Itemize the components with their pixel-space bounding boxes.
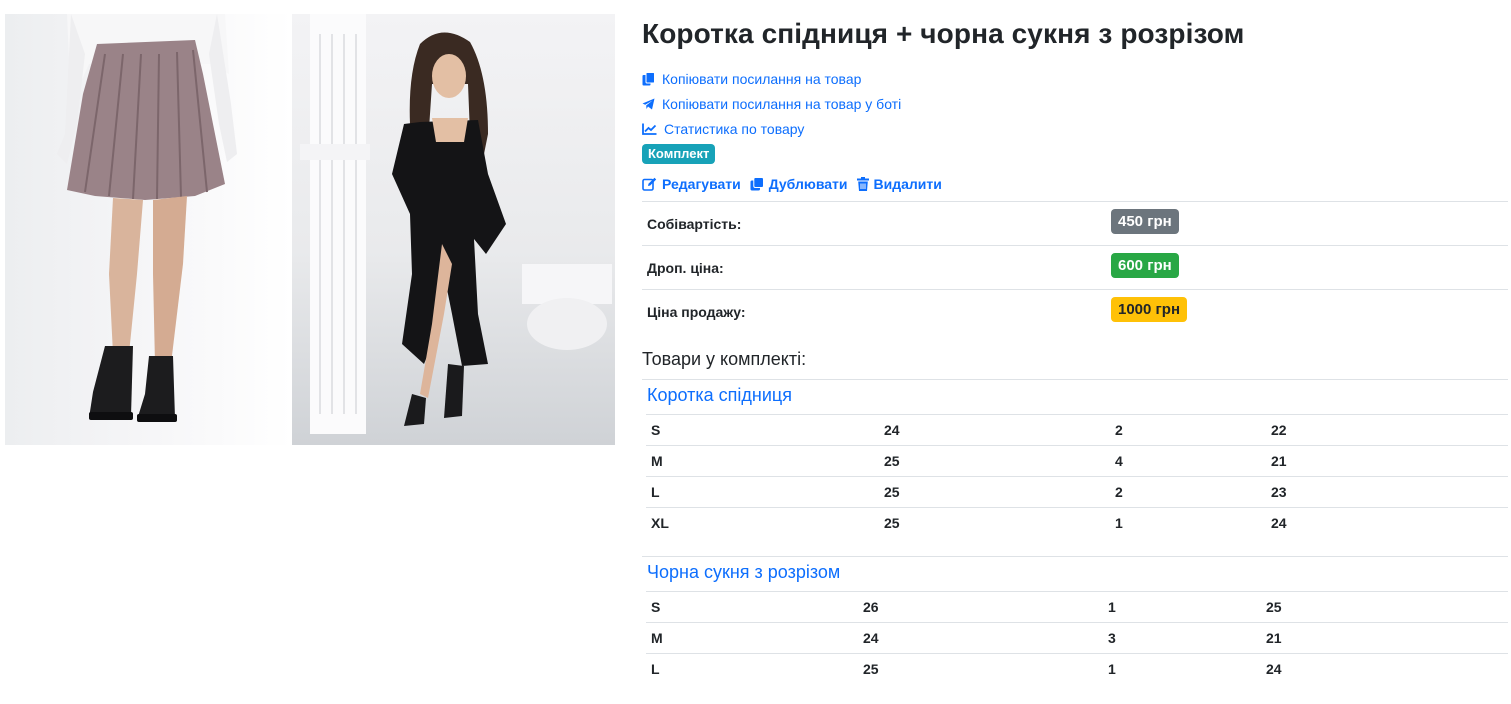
product-images (5, 14, 615, 445)
copy-product-link[interactable]: Копіювати посилання на товар (642, 66, 1508, 91)
table-cell: XL (651, 514, 669, 531)
table-row: L 25 1 24 (646, 653, 1508, 685)
table-cell: 2 (1115, 421, 1123, 438)
copy-icon (642, 71, 655, 85)
price-label: Ціна продажу: (647, 303, 746, 320)
table-cell: 1 (1115, 514, 1123, 531)
table-cell: 22 (1271, 421, 1287, 438)
table-cell: M (651, 452, 663, 469)
chart-line-icon (642, 123, 657, 135)
table-cell: 21 (1266, 630, 1282, 646)
dress-photo (292, 14, 615, 445)
table-cell: 4 (1115, 452, 1123, 469)
table-row: M 24 3 21 (646, 622, 1508, 654)
kit-item: Чорна сукня з розрізом S 26 1 25 M 24 3 21 L 25 1 24 (642, 556, 1508, 685)
table-row: M 25 4 21 (646, 445, 1508, 476)
table-cell: 1 (1108, 661, 1116, 678)
table-cell: M (651, 630, 663, 646)
price-badge: 600 грн (1111, 253, 1179, 278)
kit-item: Коротка спідниця S 24 2 22 M 25 4 21 L 25 2 23 XL 25 1 2… (642, 378, 1508, 539)
table-cell: 25 (863, 661, 879, 678)
price-row: Ціна продажу: 1000 грн (642, 289, 1508, 334)
kit-list: Коротка спідниця S 24 2 22 M 25 4 21 L 25 2 23 XL 25 1 2… (642, 378, 1508, 685)
price-table: Собівартість: 450 грн Дроп. ціна: 600 грн Ці… (642, 201, 1508, 334)
table-cell: S (651, 421, 661, 438)
product-info: Коротка спідниця + чорна сукня з розрізо… (642, 0, 1508, 685)
table-cell: L (651, 661, 660, 678)
copy-bot-link-label: Копіювати посилання на товар у боті (662, 95, 902, 112)
table-cell: 23 (1271, 483, 1287, 500)
table-cell: L (651, 483, 660, 500)
table-row: XL 25 1 24 (646, 507, 1508, 538)
edit-icon (642, 177, 657, 191)
clone-icon (750, 177, 764, 191)
price-badge: 1000 грн (1111, 297, 1188, 323)
table-cell: 25 (1266, 599, 1282, 615)
price-row: Дроп. ціна: 600 грн (642, 245, 1508, 290)
table-cell: 3 (1108, 630, 1116, 646)
delete-button[interactable]: Видалити (856, 176, 942, 192)
table-cell: 24 (863, 630, 879, 646)
price-value-cell: 1000 грн (1111, 290, 1508, 334)
table-cell: 25 (884, 483, 900, 500)
skirt-photo (5, 14, 292, 445)
price-value-cell: 600 грн (1111, 246, 1508, 290)
table-cell: 1 (1108, 599, 1116, 615)
copy-bot-link[interactable]: Копіювати посилання на товар у боті (642, 91, 1508, 116)
table-cell: 24 (1271, 514, 1287, 531)
table-cell: 25 (884, 452, 900, 469)
table-row: S 24 2 22 (646, 414, 1508, 445)
table-cell: 26 (863, 599, 879, 615)
product-statistics-link[interactable]: Статистика по товару (642, 116, 1508, 141)
price-badge: 450 грн (1111, 209, 1179, 234)
edit-button[interactable]: Редагувати (642, 176, 741, 192)
kit-heading: Товари у комплекті: (642, 348, 807, 369)
table-cell: 24 (1266, 661, 1282, 678)
trash-icon (856, 177, 869, 191)
table-cell: 24 (884, 421, 900, 438)
edit-label: Редагувати (662, 176, 741, 192)
table-cell: 25 (884, 514, 900, 531)
table-row: S 26 1 25 (646, 591, 1508, 623)
kit-item-name[interactable]: Коротка спідниця (642, 380, 1508, 414)
duplicate-label: Дублювати (768, 176, 848, 192)
price-row: Собівартість: 450 грн (642, 201, 1508, 246)
price-label: Дроп. ціна: (647, 259, 724, 276)
table-cell: 21 (1271, 452, 1287, 469)
product-title: Коротка спідниця + чорна сукня з розрізо… (642, 18, 1245, 49)
price-value-cell: 450 грн (1111, 202, 1508, 246)
product-statistics-label: Статистика по товару (664, 120, 805, 137)
table-row: L 25 2 23 (646, 476, 1508, 507)
delete-label: Видалити (873, 176, 942, 192)
size-stock-table: S 26 1 25 M 24 3 21 L 25 1 24 (646, 591, 1508, 685)
table-cell: 2 (1115, 483, 1123, 500)
table-cell: S (651, 599, 661, 615)
kit-item-name[interactable]: Чорна сукня з розрізом (642, 557, 1508, 591)
copy-product-link-label: Копіювати посилання на товар (662, 70, 862, 87)
product-type-badge: Комплект (642, 144, 716, 164)
product-actions: Редагувати Дублювати Видалити (642, 174, 1508, 194)
price-label: Собівартість: (647, 215, 742, 232)
size-stock-table: S 24 2 22 M 25 4 21 L 25 2 23 XL 25 1 24 (646, 414, 1508, 539)
duplicate-button[interactable]: Дублювати (750, 176, 848, 192)
telegram-icon (642, 98, 655, 109)
product-links: Копіювати посилання на товар Копіювати п… (642, 66, 1508, 141)
